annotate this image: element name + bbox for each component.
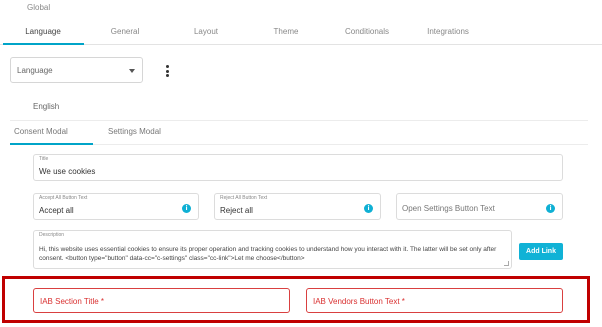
title-field[interactable]: Title We use cookies: [33, 154, 563, 181]
title-label: Title: [39, 156, 49, 162]
description-value: Hi, this website uses essential cookies …: [39, 246, 497, 262]
tab-conditionals[interactable]: Conditionals: [327, 27, 407, 36]
active-subtab-indicator: [10, 143, 93, 145]
reject-all-label: Reject All Button Text: [220, 195, 268, 201]
tab-integrations[interactable]: Integrations: [408, 27, 488, 36]
global-label: Global: [27, 3, 51, 12]
tab-theme[interactable]: Theme: [246, 27, 326, 36]
info-icon[interactable]: i: [364, 204, 373, 213]
language-heading: English: [33, 102, 60, 111]
chevron-down-icon: [129, 69, 135, 73]
accept-all-field[interactable]: Accept All Button Text Accept all i: [33, 193, 199, 220]
open-settings-field[interactable]: Open Settings Button Text i: [396, 193, 563, 220]
add-link-button[interactable]: Add Link: [519, 243, 563, 260]
language-select-value: Language: [17, 66, 53, 75]
description-field[interactable]: Description Hi, this website uses essent…: [33, 230, 512, 269]
modal-tab-bar: Consent Modal Settings Modal: [10, 120, 588, 145]
info-icon[interactable]: i: [182, 204, 191, 213]
reject-all-field[interactable]: Reject All Button Text Reject all i: [214, 193, 381, 220]
iab-section-title-placeholder: IAB Section Title *: [40, 297, 105, 306]
reject-all-value: Reject all: [220, 206, 253, 215]
title-value: We use cookies: [39, 167, 96, 176]
description-label: Description: [39, 232, 65, 238]
tab-settings-modal[interactable]: Settings Modal: [108, 127, 161, 136]
open-settings-placeholder: Open Settings Button Text: [402, 204, 495, 213]
tab-layout[interactable]: Layout: [166, 27, 246, 36]
language-select[interactable]: Language: [10, 57, 143, 83]
active-tab-indicator: [3, 43, 84, 45]
main-tab-bar: Language General Layout Theme Conditiona…: [0, 20, 602, 45]
info-icon[interactable]: i: [546, 204, 555, 213]
tab-general[interactable]: General: [85, 27, 165, 36]
resize-handle-icon[interactable]: [504, 261, 509, 266]
accept-all-value: Accept all: [39, 206, 74, 215]
iab-vendors-button-placeholder: IAB Vendors Button Text *: [313, 297, 405, 306]
iab-section-title-field[interactable]: IAB Section Title *: [33, 288, 290, 313]
tab-consent-modal[interactable]: Consent Modal: [14, 127, 68, 136]
iab-vendors-button-field[interactable]: IAB Vendors Button Text *: [306, 288, 563, 313]
accept-all-label: Accept All Button Text: [39, 195, 88, 201]
more-vertical-icon[interactable]: [166, 65, 170, 77]
tab-language[interactable]: Language: [3, 27, 83, 36]
